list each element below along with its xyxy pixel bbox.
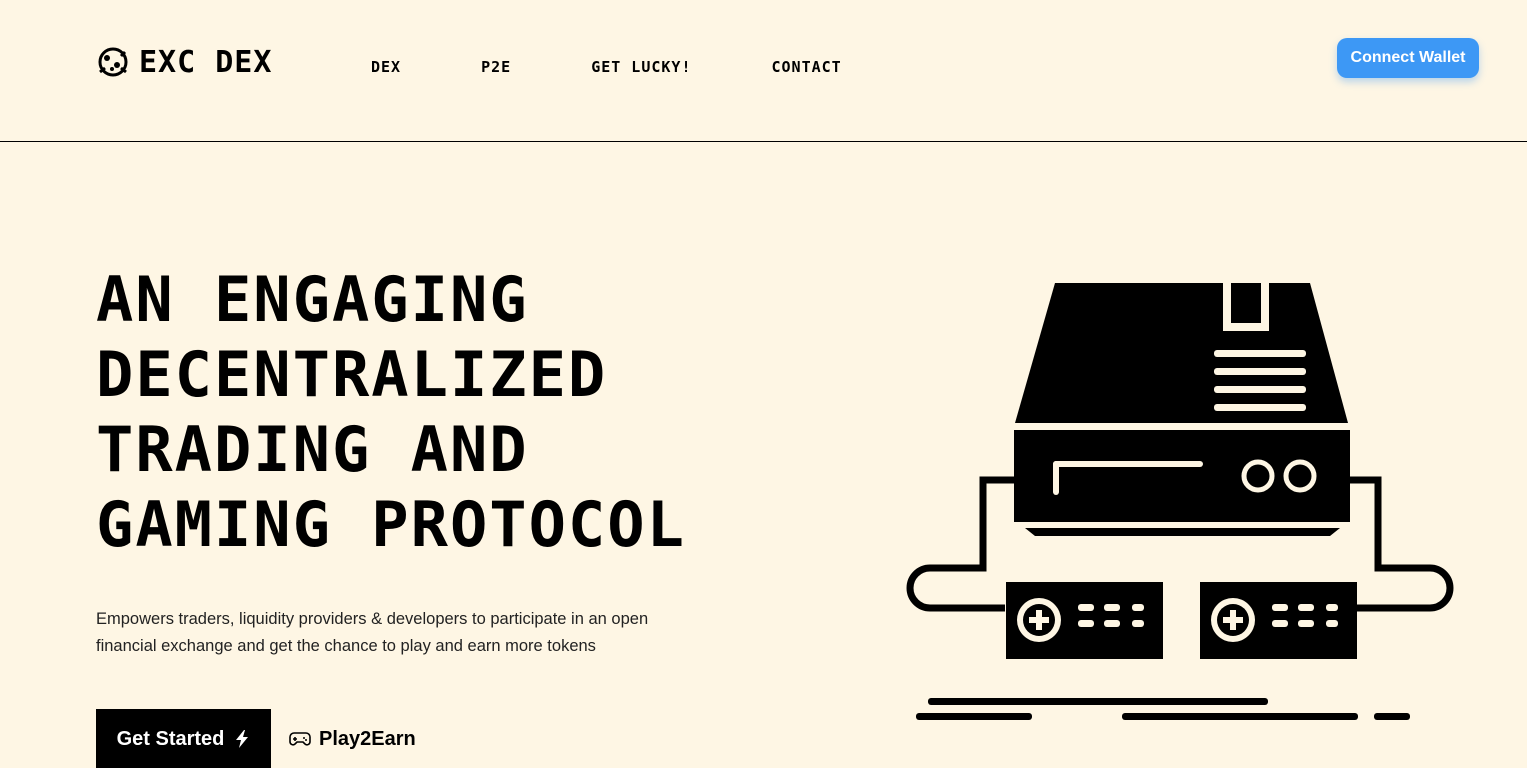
- play2earn-label: Play2Earn: [319, 727, 416, 750]
- hero-subtitle-line: financial exchange and get the chance to…: [96, 637, 596, 655]
- play2earn-button[interactable]: Play2Earn: [289, 709, 416, 768]
- connect-wallet-button[interactable]: Connect Wallet: [1337, 38, 1479, 78]
- hero-title-line: TRADING AND: [96, 413, 529, 486]
- hero-title-line: AN ENGAGING: [96, 263, 529, 336]
- brand-logo[interactable]: EXC DEX: [95, 44, 272, 80]
- frog-logo-icon: [98, 47, 128, 77]
- nav-contact[interactable]: CONTACT: [772, 58, 842, 76]
- lightning-icon: [236, 730, 249, 748]
- nav-p2e[interactable]: P2E: [481, 58, 511, 76]
- nav-dex[interactable]: DEX: [371, 58, 401, 76]
- main-nav: DEX P2E GET LUCKY! CONTACT: [371, 58, 922, 76]
- retro-game-console-illustration: [906, 283, 1454, 720]
- hero-subtitle-line: Empowers traders, liquidity providers & …: [96, 610, 649, 628]
- hero-title-line: GAMING PROTOCOL: [96, 488, 686, 561]
- brand-name: EXC DEX: [139, 44, 273, 80]
- gamepad-icon: [289, 732, 311, 746]
- hero-subtitle: Empowers traders, liquidity providers & …: [96, 606, 696, 660]
- hero-title-line: DECENTRALIZED: [96, 338, 608, 411]
- get-started-button[interactable]: Get Started: [96, 709, 271, 768]
- nav-get-lucky[interactable]: GET LUCKY!: [591, 58, 691, 76]
- cta-row: Get Started Play2Earn: [96, 709, 416, 768]
- get-started-label: Get Started: [116, 727, 225, 750]
- hero-title: AN ENGAGING DECENTRALIZED TRADING AND GA…: [96, 262, 686, 562]
- site-header: EXC DEX DEX P2E GET LUCKY! CONTACT Conne…: [0, 0, 1527, 142]
